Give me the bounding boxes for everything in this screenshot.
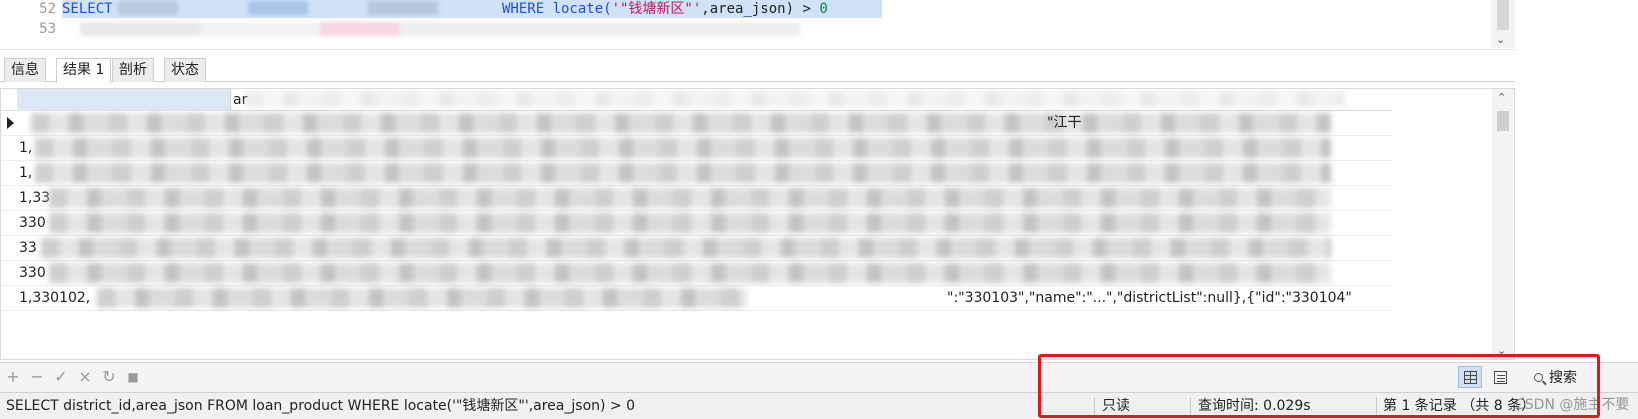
redacted-cell <box>31 113 1331 133</box>
add-icon[interactable]: + <box>4 367 22 387</box>
grid-header: ar <box>1 89 1392 111</box>
string-literal: '"钱塘新区"' <box>611 1 702 17</box>
scroll-down-icon[interactable]: ⌄ <box>1496 33 1505 46</box>
redacted-cell <box>97 288 747 308</box>
remove-icon[interactable]: − <box>28 367 46 387</box>
cell-value: 1, <box>19 140 33 156</box>
cell-value: 1,33 <box>19 190 51 206</box>
scroll-up-icon[interactable]: ⌃ <box>1497 91 1506 104</box>
discard-icon[interactable]: × <box>76 367 94 387</box>
redacted-cell <box>35 138 1331 158</box>
redacted-cell <box>41 238 1331 258</box>
cell-value: 1, <box>19 165 33 181</box>
right-margin <box>1515 0 1638 362</box>
sql-keyword-select: SELECT <box>62 1 113 17</box>
status-query: SELECT district_id,area_json FROM loan_p… <box>6 398 636 414</box>
editor-line: 53 <box>0 18 1515 40</box>
current-row-icon <box>7 117 14 129</box>
stop-icon[interactable]: ■ <box>124 367 142 387</box>
cell-fragment: "江干 <box>1047 115 1082 131</box>
tab-status[interactable]: 状态 <box>164 58 206 82</box>
table-row[interactable]: 33 <box>1 236 1392 261</box>
result-grid[interactable]: ar "江干 1, 1, 1,33 330 33 330 1,330102, "… <box>0 88 1515 360</box>
table-row[interactable]: "江干 <box>1 111 1392 136</box>
apply-icon[interactable]: ✓ <box>52 367 70 387</box>
cell-fragment: ":"330103","name":"...","districtList":n… <box>947 290 1352 306</box>
editor-line: 52 SELECT WHERE locate('"钱塘新区"',area_jso… <box>0 0 1515 20</box>
where-keyword: WHERE locate( <box>502 1 612 17</box>
tab-info[interactable]: 信息 <box>4 58 46 82</box>
highlight-box <box>1038 354 1600 418</box>
table-row[interactable]: 330 <box>1 211 1392 236</box>
table-row[interactable]: 1, <box>1 136 1392 161</box>
grid-scrollbar[interactable]: ⌃ ⌄ <box>1492 89 1514 359</box>
line-number: 53 <box>39 21 56 37</box>
tab-profile[interactable]: 剖析 <box>112 58 154 82</box>
cell-value: 33 <box>19 240 37 256</box>
redacted-line <box>80 22 800 36</box>
redacted-cell <box>49 213 1331 233</box>
sql-expression: ,area_json) > <box>701 1 820 17</box>
redacted-cell <box>49 188 1331 208</box>
result-tabs: 信息 结果 1 剖析 状态 <box>0 56 1515 83</box>
sql-editor[interactable]: 52 SELECT WHERE locate('"钱塘新区"',area_jso… <box>0 0 1515 50</box>
sql-where-clause: WHERE locate('"钱塘新区"',area_json) > 0 <box>502 0 828 20</box>
line-number: 52 <box>39 1 56 17</box>
cell-value: 330 <box>19 215 46 231</box>
editor-scrollbar[interactable]: ⌄ <box>1491 0 1515 48</box>
refresh-icon[interactable]: ↻ <box>100 367 118 387</box>
table-row[interactable]: 1,33 <box>1 186 1392 211</box>
redacted-header <box>245 91 1345 107</box>
number-literal: 0 <box>819 1 828 17</box>
redacted-cell <box>49 263 1331 283</box>
table-row[interactable]: 1, <box>1 161 1392 186</box>
tab-result-1[interactable]: 结果 1 <box>56 58 112 83</box>
redacted-columns <box>118 1 488 15</box>
cell-value: 1,330102, <box>19 290 91 306</box>
table-row[interactable]: 330 <box>1 261 1392 286</box>
table-row[interactable]: 1,330102, ":"330103","name":"...","distr… <box>1 286 1392 311</box>
scroll-thumb[interactable] <box>1497 0 1509 30</box>
scroll-thumb[interactable] <box>1497 111 1509 131</box>
redacted-cell <box>35 163 1331 183</box>
column-header-1[interactable] <box>17 89 231 111</box>
cell-value: 330 <box>19 265 46 281</box>
